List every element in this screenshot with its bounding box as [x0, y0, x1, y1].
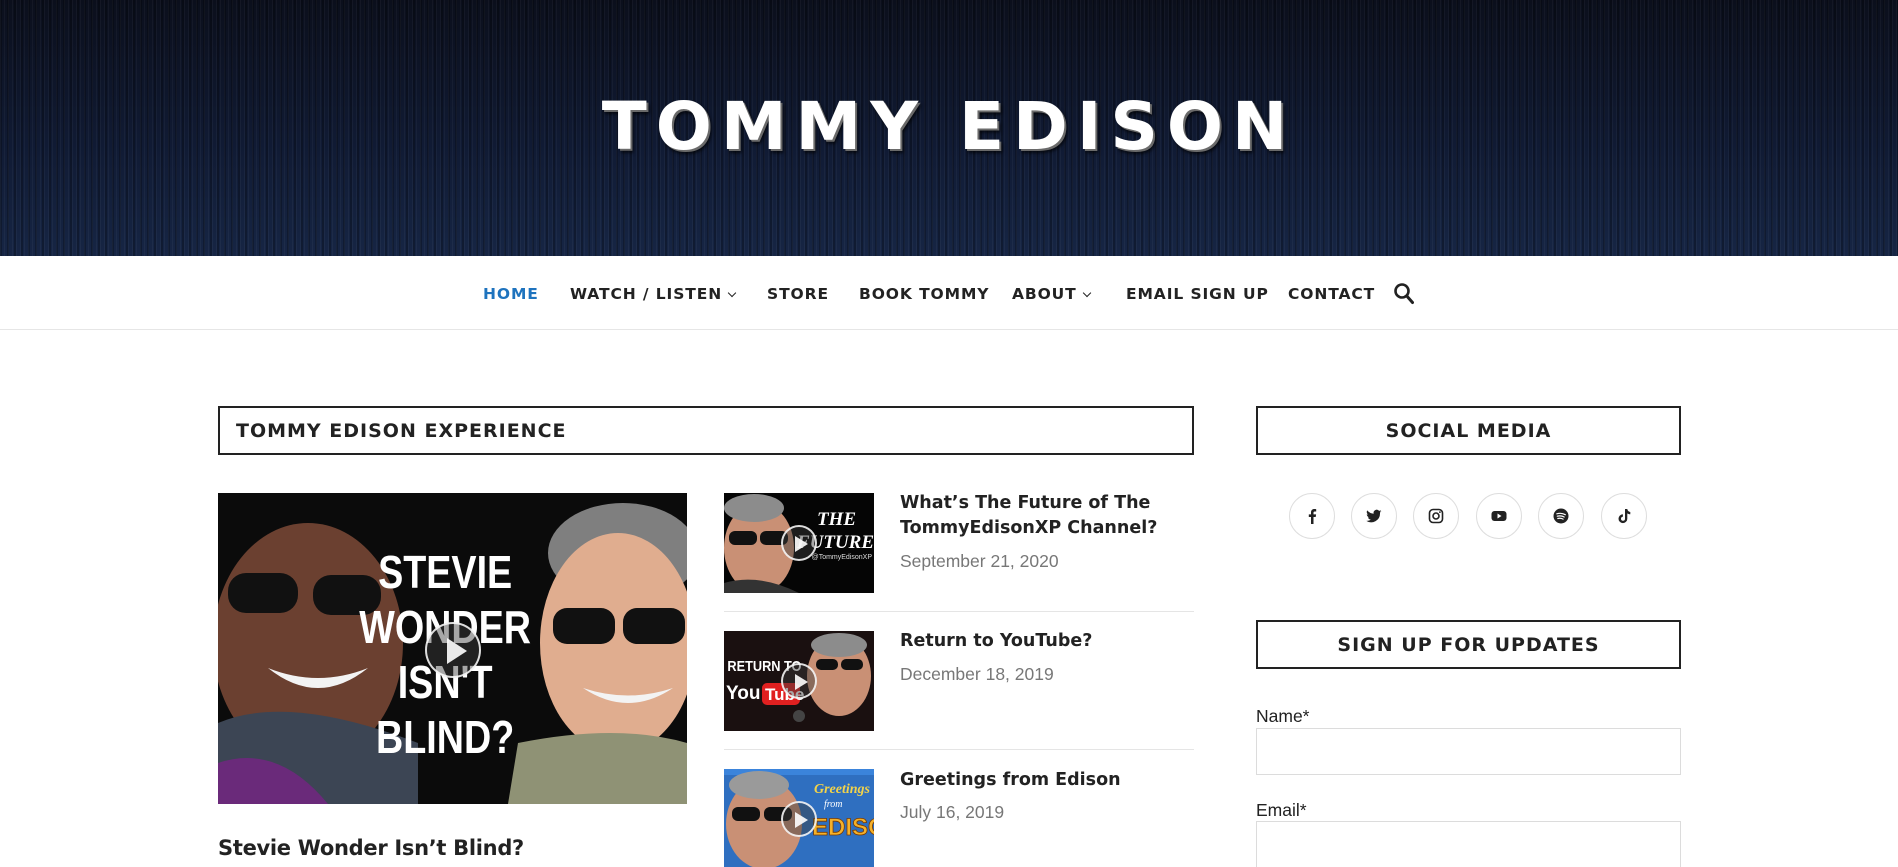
play-icon [425, 622, 481, 678]
search-icon[interactable] [1394, 283, 1414, 305]
svg-text:THE: THE [817, 509, 856, 530]
tiktok-icon[interactable] [1601, 493, 1647, 539]
svg-text:You: You [726, 683, 760, 704]
signup-title: SIGN UP FOR UPDATES [1256, 620, 1681, 669]
svg-text:EDISON: EDISON [812, 814, 874, 841]
post-date: July 16, 2019 [900, 802, 1005, 822]
site-header: TOMMY EDISON [0, 0, 1898, 256]
post-date: September 21, 2020 [900, 551, 1059, 571]
post-thumbnail[interactable]: Greetings from EDISON [724, 769, 874, 867]
name-label: Name* [1256, 706, 1310, 726]
nav-book-tommy[interactable]: BOOK TOMMY [859, 285, 989, 303]
featured-post-title[interactable]: Stevie Wonder Isn’t Blind? [218, 836, 524, 860]
nav-contact[interactable]: CONTACT [1288, 285, 1375, 303]
post-title[interactable]: Greetings from Edison [900, 768, 1200, 793]
post-title[interactable]: Return to YouTube? [900, 629, 1200, 654]
main-nav: HOME WATCH / LISTEN STORE BOOK TOMMY ABO… [0, 256, 1898, 330]
divider [724, 611, 1194, 612]
spotify-icon[interactable] [1538, 493, 1584, 539]
instagram-icon[interactable] [1413, 493, 1459, 539]
youtube-icon[interactable] [1476, 493, 1522, 539]
play-icon [781, 525, 817, 561]
svg-text:STEVIE: STEVIE [378, 546, 512, 597]
email-field[interactable] [1256, 821, 1681, 867]
nav-home[interactable]: HOME [483, 285, 539, 303]
play-icon [781, 663, 817, 699]
post-title[interactable]: What’s The Future of The TommyEdisonXP C… [900, 491, 1200, 541]
facebook-icon[interactable] [1289, 493, 1335, 539]
name-field[interactable] [1256, 728, 1681, 775]
divider [724, 749, 1194, 750]
nav-about-label: ABOUT [1012, 285, 1077, 303]
chevron-down-icon [727, 288, 737, 298]
nav-store[interactable]: STORE [767, 285, 829, 303]
post-date: December 18, 2019 [900, 664, 1054, 684]
svg-text:BLIND?: BLIND? [376, 711, 514, 762]
nav-watch-listen[interactable]: WATCH / LISTEN [570, 285, 737, 303]
nav-watch-listen-label: WATCH / LISTEN [570, 285, 723, 303]
play-icon [781, 801, 817, 837]
svg-text:@TommyEdisonXP: @TommyEdisonXP [812, 554, 873, 561]
email-label: Email* [1256, 800, 1307, 820]
chevron-down-icon [1082, 288, 1091, 298]
post-thumbnail[interactable]: RETURN TO You Tube [724, 631, 874, 731]
svg-text:from: from [824, 799, 843, 810]
featured-thumbnail[interactable]: STEVIE WONDER ISN'T BLIND? [218, 493, 687, 804]
social-media-title: SOCIAL MEDIA [1256, 406, 1681, 455]
svg-text:Greetings: Greetings [814, 782, 871, 797]
site-title[interactable]: TOMMY EDISON [0, 88, 1898, 165]
post-thumbnail[interactable]: THE FUTURE @TommyEdisonXP [724, 493, 874, 593]
nav-about[interactable]: ABOUT [1012, 285, 1091, 303]
nav-email-signup[interactable]: EMAIL SIGN UP [1126, 285, 1269, 303]
twitter-icon[interactable] [1351, 493, 1397, 539]
section-title: TOMMY EDISON EXPERIENCE [218, 406, 1194, 455]
